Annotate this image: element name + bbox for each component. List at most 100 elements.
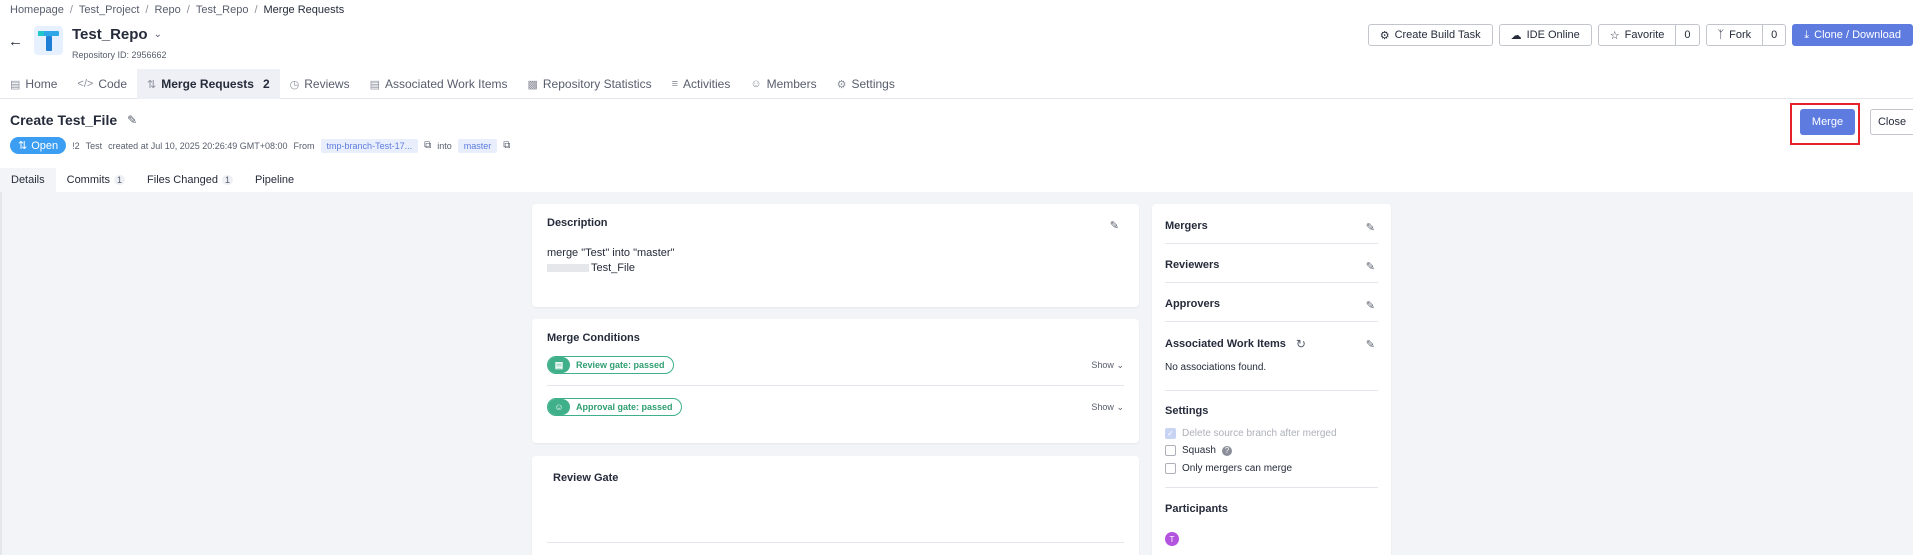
star-icon: ☆	[1609, 29, 1620, 42]
tab-label: Reviews	[304, 77, 350, 91]
from-label: From	[293, 140, 315, 151]
create-build-task-button[interactable]: ⚙ Create Build Task	[1367, 24, 1493, 46]
status-label: Open	[31, 139, 59, 152]
breadcrumb: Homepage / Test_Project / Repo / Test_Re…	[10, 4, 344, 16]
divider	[547, 542, 1124, 543]
create-build-task-label: Create Build Task	[1394, 29, 1481, 41]
tab-activities[interactable]: ≡ Activities	[662, 69, 741, 99]
squash-checkbox[interactable]	[1165, 445, 1176, 456]
repo-name: Test_Repo	[72, 26, 148, 43]
refresh-icon[interactable]: ↻	[1296, 337, 1306, 351]
avatar[interactable]: T	[1165, 532, 1179, 546]
pencil-icon[interactable]: ✎	[1366, 299, 1375, 312]
breadcrumb-project[interactable]: Test_Project	[79, 4, 140, 16]
favorite-button[interactable]: ☆ Favorite	[1597, 24, 1677, 46]
approval-gate-show-toggle[interactable]: Show ⌄	[1091, 402, 1124, 413]
participants-title: Participants	[1165, 503, 1228, 515]
pencil-icon[interactable]: ✎	[1366, 338, 1375, 351]
tab-code[interactable]: </> Code	[67, 69, 137, 99]
review-gate-badge: ▤ Review gate: passed	[547, 356, 674, 374]
commits-count: 1	[114, 175, 126, 185]
breadcrumb-test-repo[interactable]: Test_Repo	[196, 4, 249, 16]
merge-request-icon: ⇅	[147, 78, 157, 91]
mr-author[interactable]: Test	[86, 141, 103, 151]
description-file: Test_File	[591, 262, 636, 274]
divider	[1165, 321, 1378, 322]
copy-icon[interactable]: ⧉	[424, 140, 431, 151]
squash-option[interactable]: Squash ?	[1165, 445, 1232, 456]
tab-details[interactable]: Details	[0, 168, 56, 192]
merge-request-count: 2	[262, 77, 270, 91]
source-branch-tag[interactable]: tmp-branch-Test-17...	[320, 138, 419, 153]
code-icon: </>	[77, 78, 94, 90]
pencil-icon[interactable]: ✎	[1366, 221, 1375, 234]
breadcrumb-homepage[interactable]: Homepage	[10, 4, 64, 16]
divider	[1165, 487, 1378, 488]
merge-button[interactable]: Merge	[1800, 109, 1855, 135]
fork-button[interactable]: ᛉ Fork	[1705, 24, 1764, 46]
review-gate-show-toggle[interactable]: Show ⌄	[1091, 360, 1124, 371]
back-arrow-icon[interactable]: ←	[8, 33, 23, 50]
divider	[1165, 282, 1378, 283]
description-line: merge "Test" into "master"	[547, 247, 675, 259]
mr-number: !2	[72, 140, 80, 151]
pencil-icon[interactable]: ✎	[127, 113, 137, 127]
tab-label: Activities	[683, 77, 731, 91]
repo-logo	[34, 26, 63, 55]
tab-associated-work-items[interactable]: ▤ Associated Work Items	[360, 69, 518, 99]
subtab-label: Details	[11, 174, 45, 186]
home-icon: ▤	[10, 78, 21, 91]
tab-pipeline[interactable]: Pipeline	[244, 168, 305, 192]
redacted-text	[547, 264, 589, 273]
close-button[interactable]: Close	[1870, 109, 1913, 135]
tab-files-changed[interactable]: Files Changed 1	[136, 168, 244, 192]
tab-label: Members	[766, 77, 817, 91]
tab-merge-requests[interactable]: ⇅ Merge Requests 2	[137, 69, 280, 99]
review-gate-label: Review gate: passed	[576, 360, 665, 370]
tab-members[interactable]: ☺ Members	[740, 69, 826, 99]
favorite-count[interactable]: 0	[1676, 24, 1700, 46]
description-body: merge "Test" into "master" Test_File	[547, 246, 675, 276]
only-mergers-option[interactable]: Only mergers can merge	[1165, 463, 1292, 474]
members-icon: ☺	[750, 78, 762, 90]
mr-sidebar: Mergers ✎ Reviewers ✎ Approvers ✎ Associ…	[1152, 204, 1391, 555]
tab-reviews[interactable]: ◷ Reviews	[280, 69, 360, 99]
repo-switcher[interactable]: Test_Repo ⌄	[72, 26, 162, 43]
delete-source-branch-checkbox: ✓	[1165, 428, 1176, 439]
work-items-header: Associated Work Items ↻	[1165, 337, 1306, 351]
fork-group: ᛉ Fork 0	[1705, 24, 1787, 46]
target-branch-tag[interactable]: master	[457, 138, 498, 153]
tab-home[interactable]: ▤ Home	[0, 69, 67, 99]
pencil-icon[interactable]: ✎	[1110, 219, 1119, 232]
settings-icon: ⚙	[836, 78, 847, 91]
repo-actions: ⚙ Create Build Task ☁ IDE Online ☆ Favor…	[1367, 24, 1913, 46]
activity-icon: ≡	[671, 78, 679, 90]
tab-label: Settings	[851, 77, 895, 91]
copy-icon[interactable]: ⧉	[503, 140, 510, 151]
only-mergers-checkbox[interactable]	[1165, 463, 1176, 474]
approval-gate-icon: ☺	[548, 399, 570, 415]
clone-download-button[interactable]: ⤓ Clone / Download	[1792, 24, 1913, 46]
settings-title: Settings	[1165, 405, 1209, 417]
divider	[1165, 390, 1378, 391]
tab-commits[interactable]: Commits 1	[56, 168, 136, 192]
fork-count[interactable]: 0	[1763, 24, 1787, 46]
cloud-icon: ☁	[1510, 29, 1522, 42]
chevron-down-icon: ⌄	[1116, 360, 1124, 370]
pencil-icon[interactable]: ✎	[1366, 260, 1375, 273]
work-item-icon: ▤	[369, 78, 380, 91]
mr-title: Create Test_File ✎	[10, 112, 137, 128]
mergers-title: Mergers	[1165, 220, 1208, 232]
ide-online-button[interactable]: ☁ IDE Online	[1498, 24, 1592, 46]
review-gate-card: Review Gate	[532, 456, 1139, 555]
mr-subtabs: Details Commits 1 Files Changed 1 Pipeline	[0, 168, 305, 192]
approval-gate-label: Approval gate: passed	[576, 402, 673, 412]
breadcrumb-repo[interactable]: Repo	[154, 4, 180, 16]
merge-conditions-card: Merge Conditions ▤ Review gate: passed S…	[532, 319, 1139, 443]
chevron-down-icon: ⌄	[1116, 402, 1124, 412]
into-label: into	[437, 140, 452, 151]
help-icon[interactable]: ?	[1221, 445, 1232, 456]
tab-settings[interactable]: ⚙ Settings	[827, 69, 905, 99]
tab-repository-statistics[interactable]: ▩ Repository Statistics	[517, 69, 661, 99]
review-gate-title: Review Gate	[553, 472, 619, 484]
